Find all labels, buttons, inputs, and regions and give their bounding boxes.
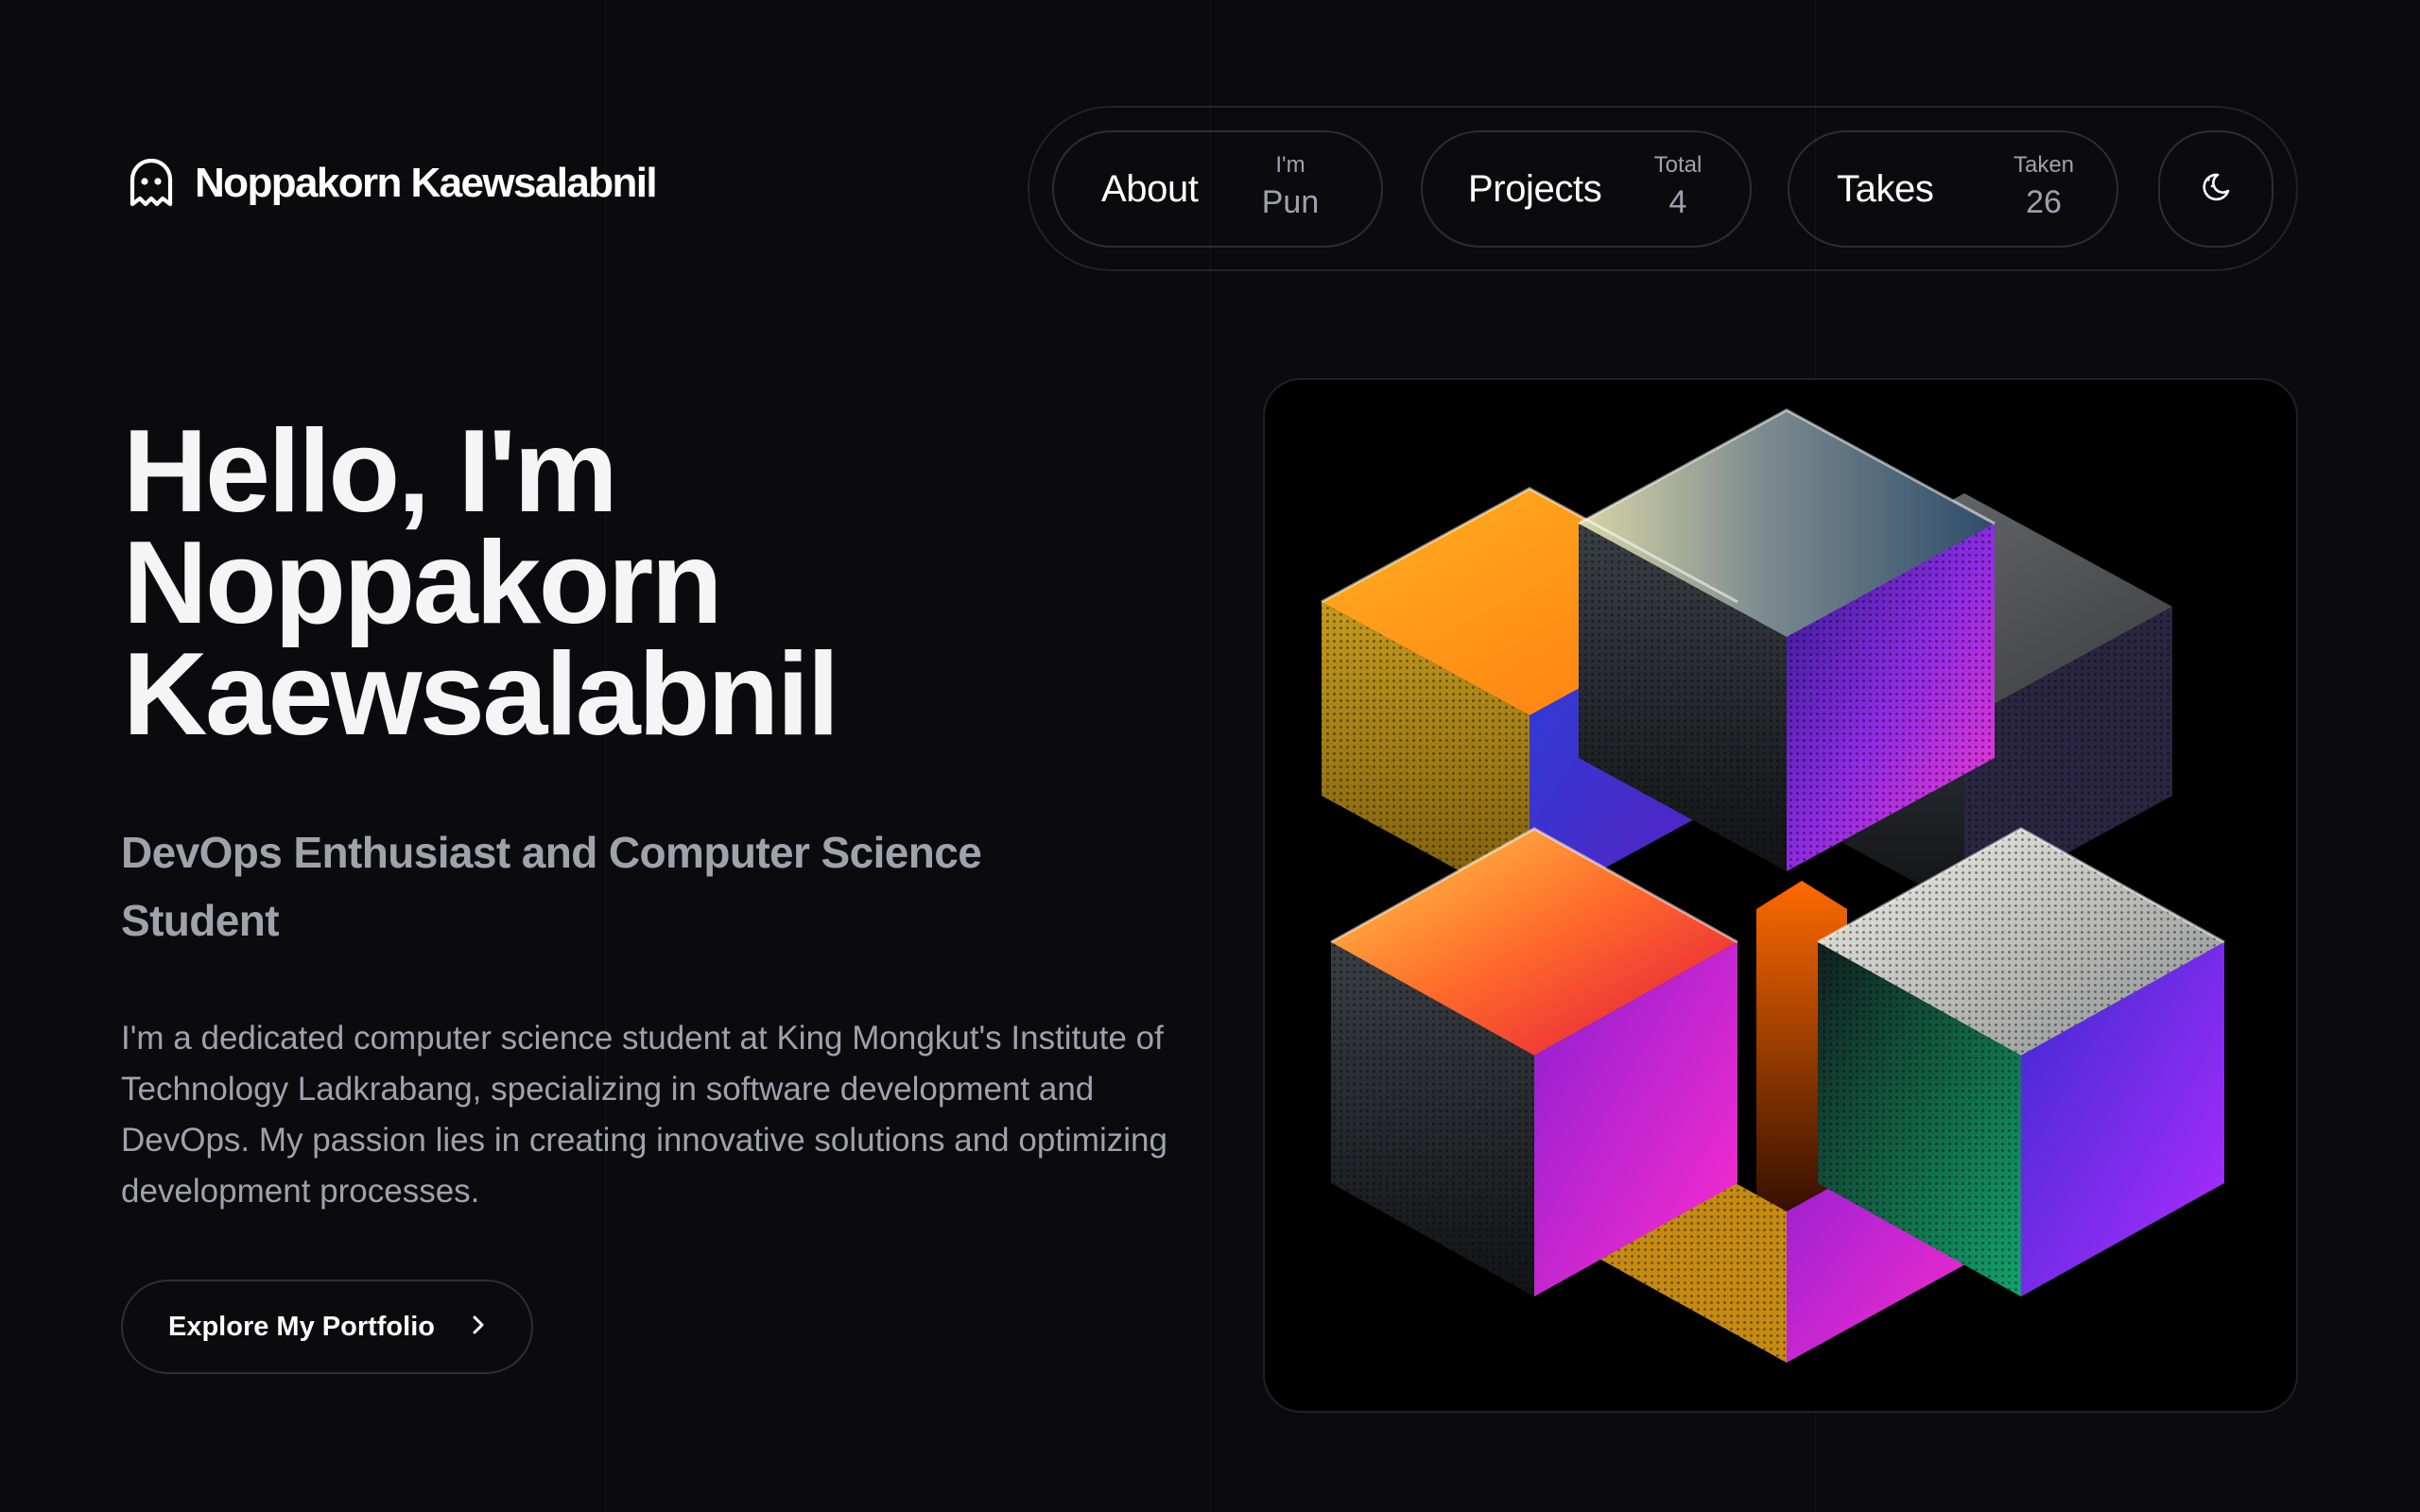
hero-title-line: Noppakorn <box>123 518 722 648</box>
nav-meta-value: 26 <box>2026 184 2062 220</box>
nav-meta-label: Taken <box>2013 152 2075 178</box>
hero-description: I'm a dedicated computer science student… <box>121 1020 1167 1210</box>
cta-label: Explore My Portfolio <box>168 1311 435 1342</box>
hero-subtitle: DevOps Enthusiast and Computer Science S… <box>121 828 982 945</box>
explore-portfolio-button[interactable]: Explore My Portfolio <box>121 1280 533 1374</box>
cubes-illustration <box>1321 408 2225 1363</box>
nav-meta-label: Total <box>1653 152 1703 178</box>
brand-home-link[interactable]: Noppakorn Kaewsalabnil <box>127 159 658 208</box>
nav-item-about[interactable]: About I'm Pun <box>1052 130 1383 248</box>
hero-image <box>1263 378 2298 1413</box>
hero-title: Hello, I'm Noppakorn Kaewsalabnil <box>123 406 1163 760</box>
brand-name: Noppakorn Kaewsalabnil <box>195 160 658 206</box>
theme-toggle-button[interactable] <box>2158 130 2273 248</box>
hero-title-line: Hello, I'm <box>123 406 618 537</box>
page: Noppakorn Kaewsalabnil About I'm Pun Pro… <box>0 0 2420 1512</box>
nav-meta-label: I'm <box>1275 152 1305 178</box>
nav-item-projects[interactable]: Projects Total 4 <box>1421 130 1752 248</box>
nav-item-meta: I'm Pun <box>1234 151 1347 223</box>
chevron-right-icon <box>469 1314 488 1341</box>
nav-item-meta: Taken 26 <box>1992 151 2096 223</box>
ghost-icon <box>127 159 176 208</box>
nav-meta-value: Pun <box>1261 184 1320 220</box>
nav-meta-value: 4 <box>1668 184 1687 220</box>
nav-item-meta: Total 4 <box>1631 151 1725 223</box>
nav-item-label: Takes <box>1837 167 1934 210</box>
hero-title-line: Kaewsalabnil <box>123 629 839 760</box>
nav-item-takes[interactable]: Takes Taken 26 <box>1788 130 2118 248</box>
nav-item-label: Projects <box>1468 167 1602 210</box>
moon-icon <box>2200 171 2232 208</box>
nav-item-label: About <box>1101 167 1199 210</box>
